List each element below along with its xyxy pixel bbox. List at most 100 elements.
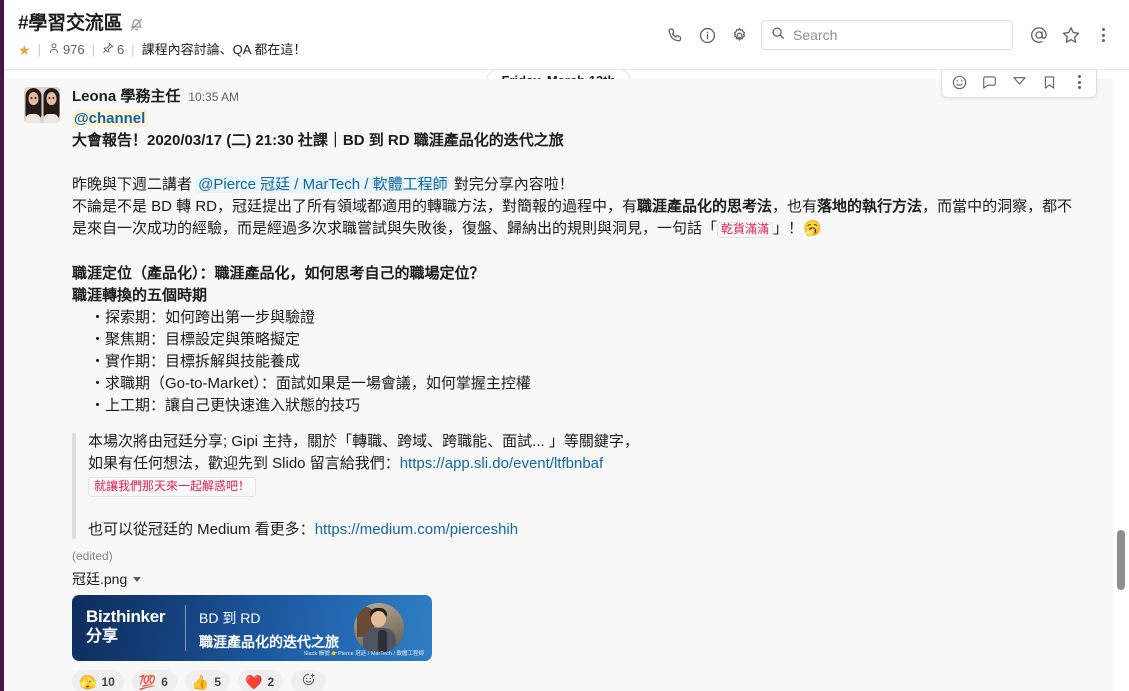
- quote-line-1: 本場次將由冠廷分享; Gipi 主持，關於「轉職、跨域、跨職能、面試... 」等…: [88, 433, 639, 450]
- slack-window: #學習交流區 ★ | 976 | 6 | 課程內容討論、QA 都在這！ Sear…: [0, 0, 1129, 691]
- yawn-emoji: 🥱: [803, 220, 822, 237]
- reaction-count: 10: [101, 674, 115, 689]
- edited-label: (edited): [72, 549, 113, 563]
- message-blockquote: 本場次將由冠廷分享; Gipi 主持，關於「轉職、跨域、跨職能、面試... 」等…: [72, 431, 1081, 541]
- para2-bold-1: 職涯產品化的思考法: [637, 198, 773, 215]
- banner-title: BD 到 RD 職涯產品化的迭代之旅: [199, 608, 339, 653]
- quote-spacer: [88, 497, 1081, 519]
- bullet-item: ・上工期：讓自己更快速進入狀態的技巧: [90, 397, 361, 414]
- more-dots: [1101, 28, 1105, 42]
- bullet-list: ・探索期：如何跨出第一步與驗證 ・聚焦期：目標設定與策略擬定 ・實作期：目標拆解…: [72, 307, 1081, 417]
- inline-code-ganhuo: 乾貨滿滿: [717, 222, 774, 238]
- section-title: 職涯定位（產品化）：職涯產品化，如何思考自己的職場定位？: [72, 265, 485, 282]
- message-pane: Friday, March 13th: [4, 70, 1129, 691]
- star-icon[interactable]: ★: [18, 43, 31, 57]
- scrollbar-track[interactable]: [1113, 70, 1129, 691]
- more-actions-icon[interactable]: [1064, 70, 1094, 96]
- pins-chip[interactable]: 6: [102, 41, 124, 58]
- message-timestamp[interactable]: 10:35 AM: [188, 90, 239, 104]
- scrollbar-thumb[interactable]: [1117, 530, 1125, 590]
- channel-meta-row: ★ | 976 | 6 | 課程內容討論、QA 都在這！: [18, 41, 306, 58]
- channel-mention[interactable]: @channel: [72, 110, 148, 127]
- channel-header: #學習交流區 ★ | 976 | 6 | 課程內容討論、QA 都在這！ Sear…: [4, 0, 1129, 70]
- search-icon: [771, 26, 785, 45]
- channel-topic[interactable]: 課程內容討論、QA 都在這！: [142, 41, 307, 58]
- more-vertical-icon[interactable]: [1087, 19, 1119, 51]
- quote-line-2: 如果有任何想法，歡迎先到 Slido 留言給我們：https://app.sli…: [88, 453, 1081, 475]
- meta-divider-3: |: [131, 42, 135, 57]
- medium-link[interactable]: https://medium.com/pierceshih: [315, 521, 518, 538]
- bullet-item: ・實作期：目標拆解與技能養成: [90, 353, 301, 370]
- search-placeholder: Search: [793, 27, 838, 43]
- para1-after: 對完分享內容啦！: [449, 176, 574, 193]
- reaction-emoji: 💯: [138, 673, 157, 690]
- message-headline: 大會報告！2020/03/17 (二) 21:30 社課｜BD 到 RD 職涯產…: [72, 132, 564, 149]
- para2-bold-2: 落地的執行方法: [817, 198, 923, 215]
- avatar[interactable]: [24, 87, 60, 123]
- share-message-icon[interactable]: [1004, 70, 1034, 96]
- star-outline-icon[interactable]: [1055, 19, 1087, 51]
- emoji-reaction-icon[interactable]: [944, 70, 974, 96]
- message-paragraph-1: 昨晚與下週二講者 @Pierce 冠廷 / MarTech / 軟體工程師 對完…: [72, 174, 1081, 196]
- thread-reply-icon[interactable]: [974, 70, 1004, 96]
- meta-divider-2: |: [91, 42, 96, 57]
- workspace-rail: [0, 0, 4, 691]
- at-icon[interactable]: [1023, 19, 1055, 51]
- avatar-right-face: [42, 87, 60, 123]
- chevron-down-icon[interactable]: [133, 576, 142, 582]
- reaction-thumbsup[interactable]: 👍 5: [184, 670, 231, 691]
- speaker-photo: [354, 603, 404, 653]
- file-attachment-header: 冠廷.png: [72, 569, 1081, 589]
- search-input[interactable]: Search: [761, 20, 1013, 50]
- banner-footer: Slack 帳號 👉Pierce 冠廷 / MarTech / 軟體工程師: [304, 649, 424, 657]
- channel-header-actions: Search: [659, 0, 1119, 70]
- para2-s2: ，也有: [772, 198, 818, 215]
- pins-count: 6: [117, 42, 125, 57]
- para2-s1: 不論是不是 BD 轉 RD，冠廷提出了所有領域都適用的轉職方法，對簡報的過程中，…: [72, 198, 638, 215]
- message-channel-mention-line: @channel: [72, 108, 1081, 130]
- bell-off-icon[interactable]: [129, 17, 144, 32]
- message-author[interactable]: Leona 學務主任: [72, 87, 180, 107]
- text-spacer-2: [72, 241, 1081, 263]
- user-mention[interactable]: @Pierce 冠廷 / MarTech / 軟體工程師: [196, 176, 450, 193]
- slido-link[interactable]: https://app.sli.do/event/ltfbnbaf: [400, 455, 603, 472]
- message-hover-toolbar: [941, 70, 1097, 98]
- gear-icon[interactable]: [723, 19, 755, 51]
- channel-title-row[interactable]: #學習交流區: [18, 13, 306, 35]
- message-item: Leona 學務主任 10:35 AM @channel 大會報告！2020/0…: [4, 70, 1117, 691]
- message-header: Leona 學務主任 10:35 AM: [72, 87, 1081, 107]
- banner-title-line1: BD 到 RD: [199, 610, 261, 626]
- file-name[interactable]: 冠廷.png: [72, 569, 127, 589]
- banner-footer-text: Slack 帳號 👉Pierce 冠廷 / MarTech / 軟體工程師: [303, 651, 424, 657]
- bullet-item: ・探索期：如何跨出第一步與驗證: [90, 309, 316, 326]
- members-chip[interactable]: 976: [48, 41, 85, 58]
- reaction-count: 2: [267, 674, 275, 689]
- save-message-icon[interactable]: [1034, 70, 1064, 96]
- person-icon: [48, 41, 60, 58]
- info-icon[interactable]: [691, 19, 723, 51]
- channel-name[interactable]: #學習交流區: [18, 13, 123, 35]
- channel-header-left: #學習交流區 ★ | 976 | 6 | 課程內容討論、QA 都在這！: [18, 13, 306, 58]
- reaction-count: 6: [161, 674, 168, 689]
- quote-line-3: 也可以從冠廷的 Medium 看更多：https://medium.com/pi…: [88, 519, 1081, 541]
- reaction-emoji: 🫣: [79, 673, 97, 690]
- add-reaction-button[interactable]: [291, 670, 327, 691]
- banner-brand-line1: Bizthinker: [86, 607, 166, 626]
- banner-divider: [185, 605, 186, 651]
- more-dots-toolbar: [1077, 75, 1081, 89]
- reaction-heart[interactable]: ❤️ 2: [238, 670, 284, 691]
- banner-brand: Bizthinker 分享: [86, 607, 165, 647]
- quote-line-3-text: 也可以從冠廷的 Medium 看更多：: [88, 521, 315, 538]
- reaction-emoji: 👍: [191, 673, 210, 690]
- bullet-item: ・求職期（Go-to-Market）：面試如果是一場會議，如何掌握主控權: [90, 375, 531, 392]
- attached-image-banner[interactable]: Bizthinker 分享 BD 到 RD 職涯產品化的迭代之旅 Slack 帳…: [72, 595, 432, 661]
- para1-before: 昨晚與下週二講者: [72, 176, 197, 193]
- message-paragraph-2: 不論是不是 BD 轉 RD，冠廷提出了所有領域都適用的轉職方法，對簡報的過程中，…: [72, 196, 1081, 241]
- section-subtitle: 職涯轉換的五個時期: [72, 287, 208, 304]
- bullet-item: ・聚焦期：目標設定與策略擬定: [90, 331, 301, 348]
- reaction-peek[interactable]: 🫣 10: [72, 670, 124, 691]
- call-icon[interactable]: [659, 19, 691, 51]
- meta-divider: |: [37, 42, 41, 57]
- reaction-emoji: ❤️: [245, 673, 263, 690]
- reaction-hundred[interactable]: 💯 6: [131, 670, 177, 691]
